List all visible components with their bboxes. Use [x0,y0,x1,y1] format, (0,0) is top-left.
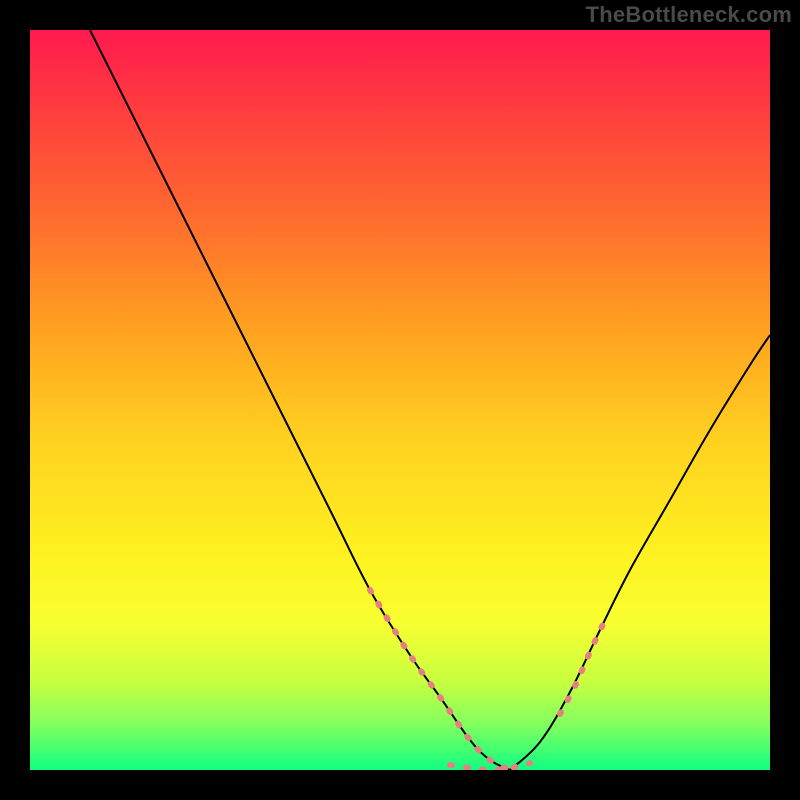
plot-area [30,30,770,770]
left-descending-curve [90,30,510,770]
chart-frame: TheBottleneck.com [0,0,800,800]
watermark-text: TheBottleneck.com [586,2,792,28]
highlight-dots-left [370,590,510,770]
right-ascending-curve [510,335,770,770]
curve-layer [30,30,770,770]
